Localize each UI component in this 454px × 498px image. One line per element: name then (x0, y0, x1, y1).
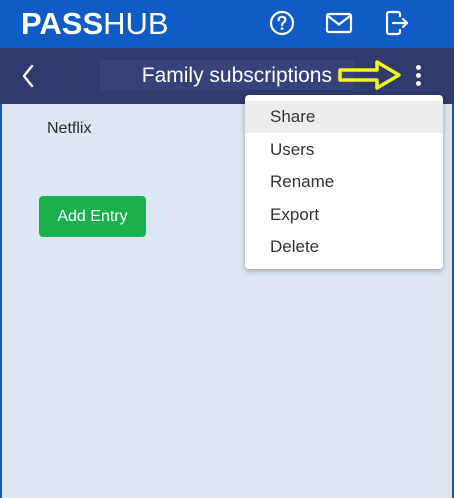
help-icon[interactable] (268, 9, 296, 37)
menu-item-delete[interactable]: Delete (245, 231, 443, 263)
passhub-logo[interactable]: PASSHUB (21, 6, 169, 42)
more-options-button[interactable] (408, 60, 428, 90)
menu-item-export[interactable]: Export (245, 199, 443, 231)
logout-icon[interactable] (383, 9, 411, 37)
kebab-dot (415, 64, 421, 70)
menu-item-users[interactable]: Users (245, 134, 443, 166)
menu-item-label: Export (270, 205, 320, 224)
top-bar: PASSHUB (0, 0, 454, 48)
menu-item-label: Rename (270, 172, 335, 191)
add-entry-button[interactable]: Add Entry (39, 196, 146, 237)
menu-item-share[interactable]: Share (245, 101, 443, 133)
logo-light-part: HUB (103, 6, 169, 41)
logo-bold-part: PASS (21, 6, 104, 41)
kebab-dot (415, 72, 421, 78)
entry-item[interactable]: Netflix (47, 119, 91, 139)
chevron-left-icon (22, 64, 34, 88)
menu-item-label: Share (270, 107, 316, 126)
menu-item-rename[interactable]: Rename (245, 166, 443, 198)
menu-item-label: Users (270, 140, 315, 159)
folder-options-menu: Share Users Rename Export Delete (245, 95, 443, 269)
menu-item-label: Delete (270, 237, 320, 256)
kebab-dot (415, 80, 421, 86)
mail-icon[interactable] (325, 9, 353, 37)
folder-title: Family subscriptions (141, 64, 332, 87)
pointer-arrow-annotation (338, 60, 401, 90)
back-button[interactable] (16, 62, 40, 90)
